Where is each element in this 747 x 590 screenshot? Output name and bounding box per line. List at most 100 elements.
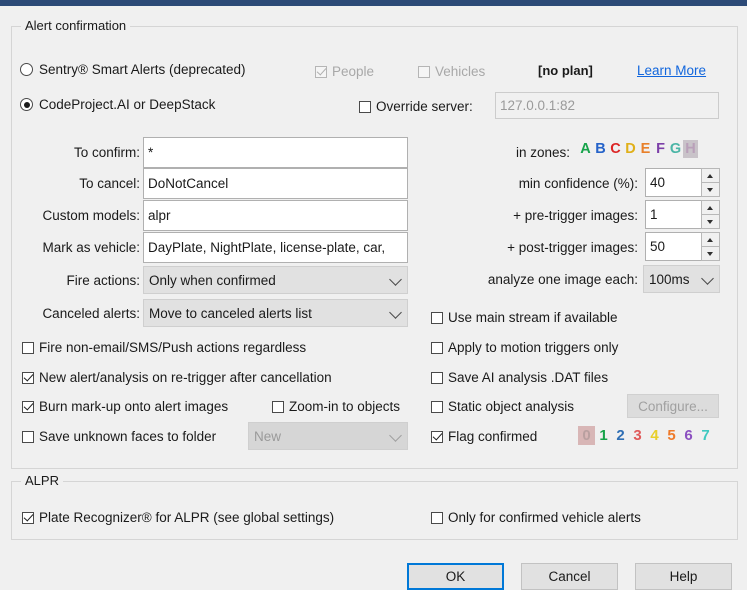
checkbox-people-label: People bbox=[332, 64, 375, 79]
chevron-down-icon bbox=[389, 429, 402, 442]
to-cancel-input[interactable]: DoNotCancel bbox=[143, 168, 408, 199]
flag-4[interactable]: 4 bbox=[646, 426, 663, 445]
label-to-confirm: To confirm: bbox=[73, 145, 140, 160]
label-fire-actions: Fire actions: bbox=[66, 273, 140, 288]
faces-folder-select: New bbox=[248, 422, 408, 450]
min-confidence-spinner[interactable]: 40 bbox=[645, 168, 720, 197]
checkbox-zoom-in-label: Zoom-in to objects bbox=[289, 399, 401, 414]
checkbox-vehicles-box bbox=[418, 65, 430, 78]
checkbox-apply-motion-triggers-box bbox=[431, 341, 443, 354]
label-min-confidence: min confidence (%): bbox=[518, 176, 638, 191]
zone-f[interactable]: F bbox=[653, 140, 668, 158]
checkbox-static-object-analysis-label: Static object analysis bbox=[448, 399, 575, 414]
spin-up-icon[interactable] bbox=[701, 200, 720, 215]
to-confirm-input[interactable]: * bbox=[143, 137, 408, 168]
window-titlebar bbox=[0, 0, 747, 6]
post-trigger-images-spinner[interactable]: 50 bbox=[645, 232, 720, 261]
chevron-down-icon bbox=[389, 306, 402, 319]
zone-selector[interactable]: A B C D E F G H bbox=[578, 140, 698, 158]
checkbox-zoom-in-to-objects[interactable]: Zoom-in to objects bbox=[272, 399, 400, 414]
checkbox-burn-markup[interactable]: Burn mark-up onto alert images bbox=[22, 399, 228, 414]
checkbox-override-server-box bbox=[359, 100, 371, 113]
spin-up-icon[interactable] bbox=[701, 168, 720, 183]
spin-down-icon[interactable] bbox=[701, 247, 720, 261]
radio-codeproject-deepstack[interactable]: CodeProject.AI or DeepStack bbox=[20, 97, 215, 112]
checkbox-fire-non-email-box bbox=[22, 341, 34, 354]
override-server-input[interactable]: 127.0.0.1:82 bbox=[495, 92, 719, 119]
flag-5[interactable]: 5 bbox=[663, 426, 680, 445]
checkbox-people: People bbox=[315, 64, 374, 79]
checkbox-only-confirmed-vehicle-label: Only for confirmed vehicle alerts bbox=[448, 510, 641, 525]
configure-button: Configure... bbox=[627, 394, 719, 418]
flag-3[interactable]: 3 bbox=[629, 426, 646, 445]
radio-codeproject-label: CodeProject.AI or DeepStack bbox=[39, 97, 216, 112]
checkbox-save-dat-files-label: Save AI analysis .DAT files bbox=[448, 370, 609, 385]
label-pre-trigger-images: + pre-trigger images: bbox=[513, 208, 638, 223]
checkbox-flag-confirmed[interactable]: Flag confirmed bbox=[431, 429, 537, 444]
checkbox-save-dat-files[interactable]: Save AI analysis .DAT files bbox=[431, 370, 608, 385]
spin-down-icon[interactable] bbox=[701, 215, 720, 229]
checkbox-use-main-stream[interactable]: Use main stream if available bbox=[431, 310, 618, 325]
radio-sentry-smart-alerts[interactable]: Sentry® Smart Alerts (deprecated) bbox=[20, 62, 246, 77]
learn-more-link[interactable]: Learn More bbox=[637, 63, 706, 78]
flag-7[interactable]: 7 bbox=[697, 426, 714, 445]
faces-folder-value: New bbox=[254, 428, 282, 444]
help-button[interactable]: Help bbox=[635, 563, 732, 590]
chevron-down-icon bbox=[389, 273, 402, 286]
checkbox-burn-markup-box bbox=[22, 400, 34, 413]
checkbox-static-object-analysis[interactable]: Static object analysis bbox=[431, 399, 574, 414]
zone-h[interactable]: H bbox=[683, 140, 698, 158]
checkbox-people-box bbox=[315, 65, 327, 78]
zone-c[interactable]: C bbox=[608, 140, 623, 158]
custom-models-input[interactable]: alpr bbox=[143, 200, 408, 231]
checkbox-fire-non-email-actions[interactable]: Fire non-email/SMS/Push actions regardle… bbox=[22, 340, 306, 355]
label-mark-as-vehicle: Mark as vehicle: bbox=[42, 240, 140, 255]
chevron-down-icon bbox=[701, 272, 714, 285]
checkbox-new-alert-box bbox=[22, 371, 34, 384]
alert-confirmation-legend: Alert confirmation bbox=[21, 18, 131, 33]
min-confidence-spin-buttons[interactable] bbox=[701, 168, 720, 197]
radio-sentry-indicator bbox=[20, 63, 33, 76]
spin-up-icon[interactable] bbox=[701, 232, 720, 247]
flag-0[interactable]: 0 bbox=[578, 426, 595, 445]
pre-trigger-images-spinner[interactable]: 1 bbox=[645, 200, 720, 229]
cancel-button[interactable]: Cancel bbox=[521, 563, 618, 590]
checkbox-only-confirmed-vehicle-alerts[interactable]: Only for confirmed vehicle alerts bbox=[431, 510, 641, 525]
zone-a[interactable]: A bbox=[578, 140, 593, 158]
flag-2[interactable]: 2 bbox=[612, 426, 629, 445]
zone-d[interactable]: D bbox=[623, 140, 638, 158]
flag-6[interactable]: 6 bbox=[680, 426, 697, 445]
zone-e[interactable]: E bbox=[638, 140, 653, 158]
flag-selector[interactable]: 0 1 2 3 4 5 6 7 bbox=[578, 426, 714, 445]
checkbox-apply-motion-triggers[interactable]: Apply to motion triggers only bbox=[431, 340, 618, 355]
flag-1[interactable]: 1 bbox=[595, 426, 612, 445]
label-canceled-alerts: Canceled alerts: bbox=[42, 306, 140, 321]
checkbox-new-alert-on-retrigger[interactable]: New alert/analysis on re-trigger after c… bbox=[22, 370, 332, 385]
zone-b[interactable]: B bbox=[593, 140, 608, 158]
zone-g[interactable]: G bbox=[668, 140, 683, 158]
ok-button[interactable]: OK bbox=[407, 563, 504, 590]
pre-trigger-spin-buttons[interactable] bbox=[701, 200, 720, 229]
checkbox-flag-confirmed-label: Flag confirmed bbox=[448, 429, 538, 444]
checkbox-apply-motion-triggers-label: Apply to motion triggers only bbox=[448, 340, 619, 355]
label-post-trigger-images: + post-trigger images: bbox=[507, 240, 638, 255]
checkbox-zoom-in-box bbox=[272, 400, 284, 413]
alpr-legend: ALPR bbox=[21, 473, 63, 488]
checkbox-plate-recognizer[interactable]: Plate Recognizer® for ALPR (see global s… bbox=[22, 510, 334, 525]
fire-actions-select[interactable]: Only when confirmed bbox=[143, 266, 408, 294]
post-trigger-spin-buttons[interactable] bbox=[701, 232, 720, 261]
checkbox-burn-markup-label: Burn mark-up onto alert images bbox=[39, 399, 229, 414]
analyze-interval-value: 100ms bbox=[649, 271, 690, 287]
spin-down-icon[interactable] bbox=[701, 183, 720, 197]
canceled-alerts-value: Move to canceled alerts list bbox=[149, 305, 312, 321]
checkbox-vehicles: Vehicles bbox=[418, 64, 485, 79]
checkbox-override-server[interactable]: Override server: bbox=[359, 99, 473, 114]
checkbox-flag-confirmed-box bbox=[431, 430, 443, 443]
mark-as-vehicle-input[interactable]: DayPlate, NightPlate, license-plate, car… bbox=[143, 232, 408, 263]
analyze-interval-select[interactable]: 100ms bbox=[643, 265, 720, 293]
checkbox-vehicles-label: Vehicles bbox=[435, 64, 486, 79]
canceled-alerts-select[interactable]: Move to canceled alerts list bbox=[143, 299, 408, 327]
checkbox-save-unknown-faces[interactable]: Save unknown faces to folder bbox=[22, 429, 216, 444]
label-to-cancel: To cancel: bbox=[79, 176, 140, 191]
checkbox-static-object-analysis-box bbox=[431, 400, 443, 413]
